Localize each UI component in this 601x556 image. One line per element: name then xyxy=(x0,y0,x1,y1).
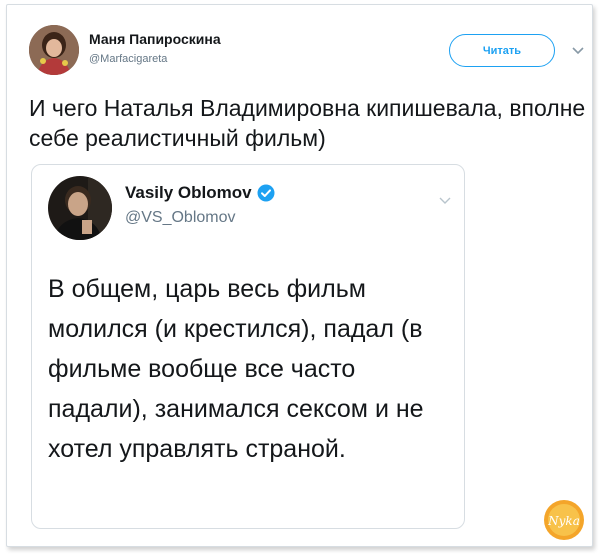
avatar-image xyxy=(48,176,112,240)
verified-badge-icon xyxy=(257,184,275,202)
follow-button[interactable]: Читать xyxy=(449,34,555,67)
author-name[interactable]: Маня Папироскина xyxy=(89,31,221,47)
quoted-author-name[interactable]: Vasily Oblomov xyxy=(125,183,252,203)
chevron-down-icon[interactable] xyxy=(437,195,453,207)
quoted-tweet-text: В общем, царь весь фильм молился (и крес… xyxy=(48,275,424,463)
svg-text:Nyka: Nyka xyxy=(547,514,580,528)
quoted-author-avatar[interactable] xyxy=(48,176,112,240)
tweet-container: Маня Папироскина @Marfacigareta Читать И… xyxy=(6,4,593,547)
chevron-down-icon[interactable] xyxy=(570,45,586,57)
quoted-author-row: Vasily Oblomov xyxy=(125,183,275,203)
tweet-text: И чего Наталья Владимировна кипишевала, … xyxy=(29,95,586,151)
watermark-logo: Nyka xyxy=(543,499,585,541)
quoted-author-handle[interactable]: @VS_Oblomov xyxy=(125,209,236,227)
avatar-image xyxy=(29,25,79,75)
author-avatar[interactable] xyxy=(29,25,79,75)
author-handle[interactable]: @Marfacigareta xyxy=(89,53,167,65)
quoted-tweet-card[interactable]: Vasily Oblomov @VS_Oblomov В общем, царь… xyxy=(31,164,465,529)
